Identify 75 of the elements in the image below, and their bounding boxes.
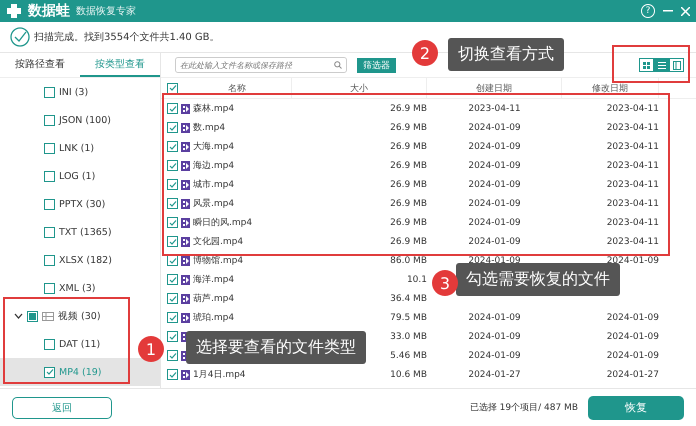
file-name: 文化园.mp4 (193, 236, 244, 248)
modified-date: 2023-04-11 (606, 122, 659, 132)
file-size: 26.9 MB (390, 218, 427, 228)
file-name: 大海.mp4 (193, 140, 234, 153)
created-date: 2024-01-09 (468, 256, 521, 266)
created-date: 2024-01-09 (468, 236, 521, 246)
file-type-label: INI (3) (59, 86, 88, 98)
file-size: 79.5 MB (390, 312, 427, 322)
file-size: 26.9 MB (390, 198, 427, 208)
created-date: 2024-01-09 (468, 198, 521, 208)
file-type-label: LOG (1) (59, 170, 96, 182)
modified-date: 2024-01-09 (606, 350, 659, 360)
file-size: 26.9 MB (390, 160, 427, 170)
file-name: 风景.mp4 (193, 198, 234, 210)
file-size: 26.9 MB (390, 104, 427, 114)
modified-date: 2023-04-11 (606, 236, 659, 246)
file-name: 城市.mp4 (193, 178, 234, 191)
app-name: 数据蛙 (28, 2, 70, 20)
file-type-label: PPTX (30) (59, 198, 106, 210)
file-name: 1月4日.mp4 (193, 369, 246, 381)
created-date: 2024-01-09 (468, 122, 521, 132)
file-type-label: LNK (1) (59, 142, 94, 154)
modified-date: 2024-01-09 (606, 256, 659, 266)
file-size: 36.4 MB (390, 294, 427, 304)
scan-status: 扫描完成。找到3554个文件共1.40 GB。 (34, 30, 220, 44)
modified-date: 2023-04-11 (606, 104, 659, 114)
file-size: 26.9 MB (390, 142, 427, 152)
file-size: 26.9 MB (390, 180, 427, 190)
step-number-tooltip: 2 (412, 40, 438, 66)
created-date: 2024-01-09 (468, 180, 521, 190)
file-size: 26.9 MB (390, 236, 427, 246)
file-type-label: MP4 (19) (59, 366, 102, 378)
file-name: 琥珀.mp4 (193, 312, 234, 324)
file-name: 数.mp4 (193, 122, 226, 134)
callout-tooltip: 选择要查看的文件类型 (186, 331, 366, 364)
modified-date: 2023-04-11 (606, 160, 659, 170)
app-subtitle: 数据恢复专家 (76, 4, 136, 18)
file-type-label: XML (3) (59, 282, 96, 294)
file-name: 博物馆.mp4 (193, 255, 244, 267)
created-date: 2024-01-09 (468, 218, 521, 228)
created-date: 2024-01-09 (468, 160, 521, 170)
created-date: 2023-04-11 (468, 104, 521, 114)
modified-date: 2023-04-11 (606, 180, 659, 190)
file-size: 5.46 MB (390, 350, 427, 360)
file-size: 86.0 MB (390, 256, 427, 266)
created-date: 2024-01-09 (468, 142, 521, 152)
created-date: 2024-01-09 (468, 312, 521, 322)
modified-date: 2023-04-11 (606, 142, 659, 152)
file-size: 10.6 MB (390, 370, 427, 380)
file-size: 26.9 MB (390, 122, 427, 132)
file-name: 葫芦.mp4 (193, 292, 234, 305)
file-name: 瞬日的风.mp4 (193, 216, 252, 229)
callout-tooltip: 切换查看方式 (448, 38, 564, 71)
modified-date: 2024-01-09 (606, 332, 659, 342)
callout-tooltip: 勾选需要恢复的文件 (456, 263, 620, 296)
file-name: 森林.mp4 (193, 102, 234, 115)
modified-date: 2023-04-11 (606, 198, 659, 208)
created-date: 2024-01-27 (468, 370, 521, 380)
file-type-label: 视频 (30) (58, 310, 101, 322)
created-date: 2024-01-09 (468, 350, 521, 360)
selection-summary: 已选择 19个项目/ 487 MB (470, 402, 578, 414)
created-date: 2024-01-09 (468, 332, 521, 342)
file-type-label: DAT (11) (59, 338, 100, 350)
step-number-tooltip: 1 (138, 336, 164, 362)
file-name: 海边.mp4 (193, 160, 234, 172)
file-type-label: JSON (100) (59, 114, 111, 126)
file-type-label: TXT (1365) (59, 226, 112, 238)
file-size: 10.1 (406, 274, 427, 284)
modified-date: 2024-01-27 (606, 370, 659, 380)
file-name: 海洋.mp4 (193, 274, 234, 286)
file-size: 33.0 MB (390, 332, 427, 342)
modified-date: 2024-01-09 (606, 312, 659, 322)
modified-date: 2023-04-11 (606, 218, 659, 228)
file-type-label: XLSX (182) (59, 254, 112, 266)
step-number-tooltip: 3 (432, 270, 458, 296)
